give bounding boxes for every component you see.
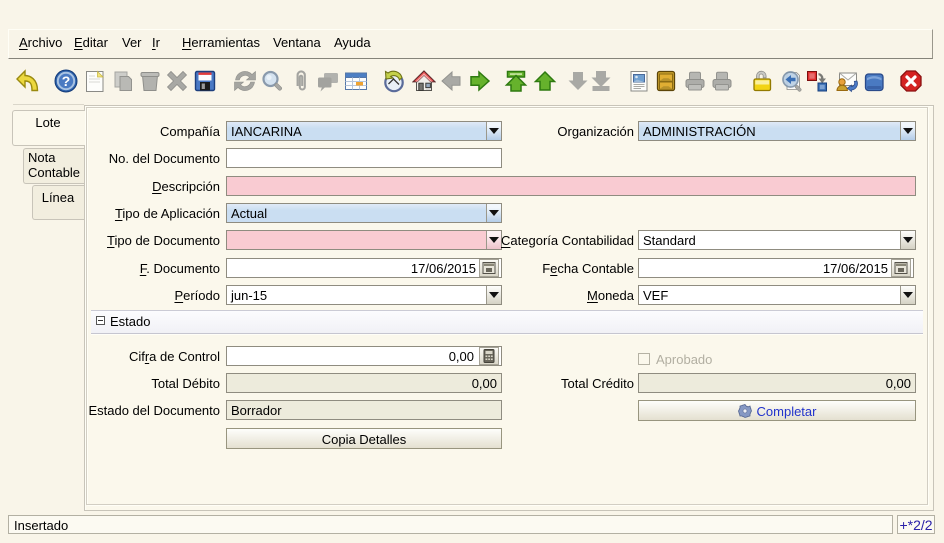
svg-text:?: ?: [62, 73, 71, 89]
